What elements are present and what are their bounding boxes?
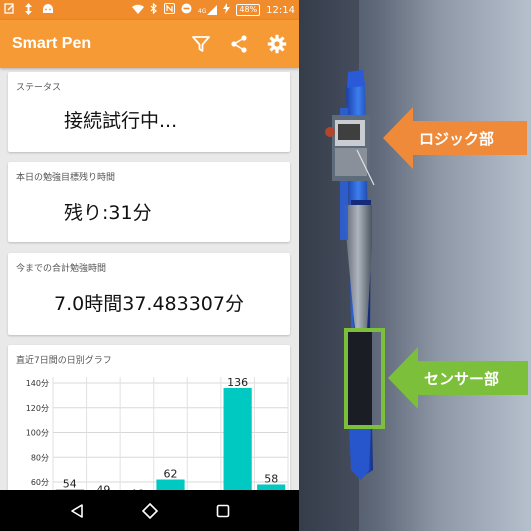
pen-photo-illustration (299, 0, 531, 531)
y-tick-label: 100分 (26, 429, 49, 438)
y-tick-label: 60分 (31, 478, 49, 487)
total-time-value: 7.0時間37.483307分 (54, 293, 244, 315)
navigation-bar (0, 490, 299, 531)
home-icon[interactable] (135, 496, 165, 526)
pen-photo: ロジック部 センサー部 (299, 0, 531, 531)
logic-board-icon (325, 115, 375, 186)
status-bar: 4G 48% 12:14 (0, 0, 299, 20)
dnd-icon (181, 3, 192, 17)
phone-screenshot: 4G 48% 12:14 Smart Pen ステータス 接続試行中... 本日… (0, 0, 299, 531)
charging-icon (223, 3, 231, 17)
status-label: ステータス (16, 83, 62, 93)
remaining-time-card: 本日の勉強目標残り時間 残り:31分 (8, 162, 290, 242)
total-time-label: 今までの合計勉強時間 (16, 264, 107, 274)
weekly-bar-chart: 140分120分100分80分60分5449466213658 (26, 376, 289, 505)
sensor-callout: センサー部 (388, 347, 531, 409)
signal-icon: 4G (197, 5, 218, 15)
edit-icon (4, 3, 15, 17)
logic-callout: ロジック部 (383, 107, 531, 169)
bluetooth-icon (150, 2, 158, 17)
usb-transfer-icon (24, 2, 33, 18)
remaining-time-value: 残り:31分 (64, 202, 152, 224)
clock: 12:14 (266, 4, 295, 16)
bar-value-label: 136 (227, 376, 248, 389)
app-title: Smart Pen (12, 35, 92, 52)
total-time-card: 今までの合計勉強時間 7.0時間37.483307分 (8, 253, 290, 335)
battery-indicator: 48% (236, 4, 261, 16)
bar-value-label: 58 (264, 472, 278, 485)
weekly-chart-card: 直近7日間の日別グラフ 140分120分100分80分60分5449466213… (8, 345, 290, 505)
status-value: 接続試行中... (64, 110, 178, 132)
y-tick-label: 120分 (26, 404, 49, 413)
logic-callout-label: ロジック部 (419, 130, 495, 148)
chart-bar (223, 387, 252, 505)
wifi-icon (131, 4, 144, 17)
android-icon (42, 3, 54, 17)
settings-icon[interactable] (265, 32, 289, 56)
recents-icon[interactable] (208, 496, 238, 526)
composite-figure: 4G 48% 12:14 Smart Pen ステータス 接続試行中... 本日… (0, 0, 531, 531)
status-card: ステータス 接続試行中... (8, 72, 290, 152)
remaining-time-label: 本日の勉強目標残り時間 (16, 173, 116, 183)
nfc-icon (163, 3, 175, 17)
bar-value-label: 54 (63, 477, 77, 490)
y-tick-label: 80分 (31, 453, 49, 462)
y-tick-label: 140分 (26, 379, 49, 388)
sensor-callout-label: センサー部 (424, 370, 500, 388)
bar-value-label: 62 (164, 468, 178, 481)
share-icon[interactable] (227, 32, 251, 56)
back-icon[interactable] (62, 496, 92, 526)
network-type: 4G (197, 8, 207, 15)
app-bar: Smart Pen (0, 20, 299, 68)
filter-icon[interactable] (189, 32, 213, 56)
